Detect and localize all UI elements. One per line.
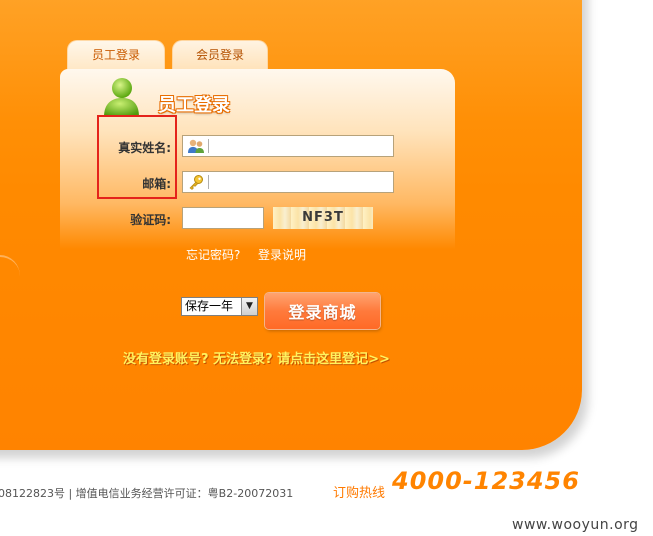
email-input[interactable]	[211, 174, 386, 190]
register-help-link[interactable]: 没有登录账号? 无法登录? 请点击这里登记>>	[123, 348, 390, 367]
remember-select-value: 保存一年	[185, 299, 234, 313]
field-separator	[208, 175, 209, 189]
name-label: 真实姓名:	[118, 141, 171, 155]
captcha-field[interactable]	[182, 207, 264, 229]
name-field[interactable]	[182, 135, 394, 157]
forgot-password-link[interactable]: 忘记密码?	[186, 246, 240, 263]
users-icon	[188, 139, 204, 153]
key-icon	[189, 175, 203, 190]
captcha-input[interactable]	[187, 210, 259, 226]
login-button[interactable]: 登录商城	[265, 293, 380, 329]
email-label: 邮箱:	[142, 177, 171, 191]
footer-license: 08122823号 | 增值电信业务经营许可证：粤B2-20072031	[0, 487, 294, 500]
dropdown-arrow-icon[interactable]: ▼	[241, 298, 257, 315]
hotline-number: 4000-123456	[392, 467, 580, 495]
user-avatar-icon	[104, 78, 139, 117]
tab-member-login[interactable]: 会员登录	[172, 40, 268, 71]
name-input[interactable]	[211, 138, 386, 154]
login-help-link[interactable]: 登录说明	[258, 246, 306, 263]
captcha-image[interactable]: NF3T	[273, 207, 373, 229]
tab-employee-login[interactable]: 员工登录	[67, 40, 165, 71]
field-separator	[208, 139, 209, 153]
remember-select[interactable]: 保存一年 ▼	[181, 297, 258, 316]
captcha-label: 验证码:	[130, 213, 171, 227]
watermark: www.wooyun.org	[512, 517, 639, 533]
hotline-label: 订购热线	[333, 486, 386, 501]
email-field[interactable]	[182, 171, 394, 193]
form-title: 员工登录	[158, 95, 230, 116]
